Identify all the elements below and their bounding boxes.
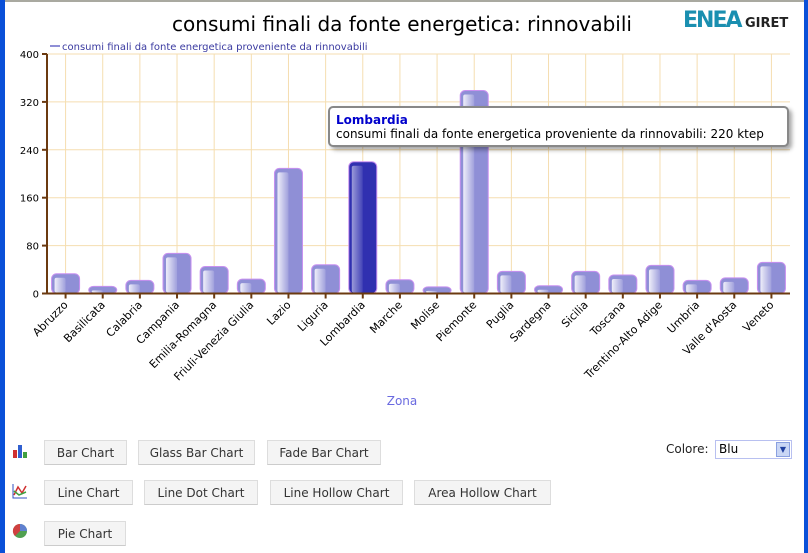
- bar-gloss: [686, 284, 698, 293]
- pie-chart-button[interactable]: Pie Chart: [44, 521, 126, 546]
- colore-value: Blu: [719, 442, 739, 456]
- x-tick-label: Molise: [408, 298, 442, 332]
- bar-chart: consumi finali da fonte energetica: rinn…: [20, 12, 790, 408]
- bar-tooltip: Lombardia consumi finali da fonte energe…: [328, 106, 789, 147]
- bar-gloss: [240, 283, 252, 293]
- bar-gloss: [388, 283, 400, 293]
- bar-gloss: [277, 172, 289, 293]
- fade-bar-chart-button[interactable]: Fade Bar Chart: [267, 440, 381, 465]
- bar-gloss: [760, 266, 772, 293]
- bar-gloss: [426, 290, 438, 293]
- line-chart-button[interactable]: Line Chart: [44, 480, 133, 505]
- legend-label: consumi finali da fonte energetica prove…: [62, 42, 368, 53]
- glass-bar-chart-button[interactable]: Glass Bar Chart: [138, 440, 255, 465]
- x-tick-label: Lazio: [264, 298, 293, 327]
- bar-gloss: [128, 284, 140, 293]
- area-hollow-chart-button[interactable]: Area Hollow Chart: [414, 480, 551, 505]
- bar-gloss: [723, 281, 735, 293]
- bar-gloss: [54, 277, 66, 293]
- x-tick-label: Marche: [367, 298, 405, 336]
- chevron-down-icon[interactable]: ▼: [776, 442, 790, 457]
- bar-gloss: [611, 278, 623, 293]
- tooltip-body: consumi finali da fonte energetica prove…: [336, 127, 764, 141]
- y-tick-label: 80: [26, 242, 39, 253]
- bar-gloss: [574, 275, 586, 293]
- bar-gloss: [166, 257, 178, 293]
- line-hollow-chart-button[interactable]: Line Hollow Chart: [270, 480, 403, 505]
- line-dot-chart-button[interactable]: Line Dot Chart: [144, 480, 258, 505]
- x-tick-label: Emilia-Romagna: [147, 298, 220, 371]
- x-tick-label: Sardegna: [507, 298, 553, 344]
- y-tick-label: 320: [20, 98, 39, 109]
- pie-chart-icon: [12, 523, 27, 538]
- x-tick-label: Veneto: [740, 298, 776, 334]
- bar-chart-icon: [13, 445, 27, 458]
- y-tick-label: 240: [20, 146, 39, 157]
- bar: [88, 285, 118, 295]
- bar-gloss: [314, 268, 326, 293]
- x-tick-label: Piemonte: [434, 298, 480, 344]
- line-chart-icon: [12, 484, 27, 499]
- colore-select[interactable]: Blu ▼: [715, 440, 792, 459]
- svg-text:ENEA: ENEA: [683, 8, 742, 31]
- bar-gloss: [648, 269, 660, 293]
- chart-title: consumi finali da fonte energetica: rinn…: [172, 12, 632, 36]
- svg-text:GIRET: GIRET: [745, 16, 788, 31]
- legend-swatch: [50, 45, 60, 47]
- bar-gloss: [351, 165, 363, 293]
- bar-gloss: [500, 275, 512, 293]
- y-tick-label: 400: [20, 50, 39, 61]
- tooltip-title: Lombardia: [336, 113, 408, 127]
- x-axis-label: Zona: [387, 394, 418, 408]
- x-tick-label: Sicilia: [559, 298, 591, 330]
- bar-gloss: [203, 270, 215, 293]
- bar-gloss: [91, 290, 103, 293]
- y-tick-label: 160: [20, 194, 39, 205]
- bar-gloss: [537, 289, 549, 293]
- x-tick-label: Puglia: [484, 298, 517, 331]
- x-tick-label: Liguria: [295, 298, 331, 334]
- colore-label: Colore:: [666, 442, 709, 456]
- enea-giret-logo: ENEA GIRET: [683, 8, 788, 31]
- x-tick-label: Umbria: [665, 298, 703, 336]
- y-tick-label: 0: [33, 290, 39, 301]
- bar-chart-button[interactable]: Bar Chart: [44, 440, 127, 465]
